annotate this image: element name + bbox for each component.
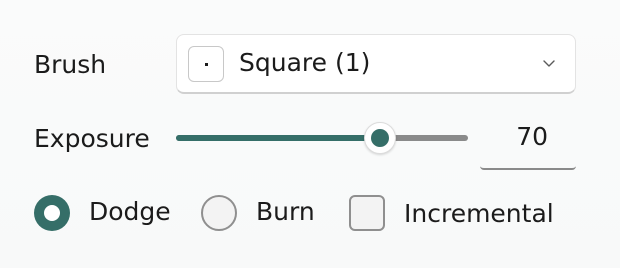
exposure-slider-fill xyxy=(176,135,380,141)
dodge-radio[interactable] xyxy=(34,195,70,231)
exposure-label: Exposure xyxy=(34,124,150,153)
exposure-slider-thumb-dot xyxy=(371,129,389,147)
dodge-burn-tool-panel: Brush Square (1) Exposure 70 Dodge Burn … xyxy=(0,0,620,268)
brush-label: Brush xyxy=(34,50,107,79)
brush-preview-dot xyxy=(205,63,208,66)
brush-dropdown[interactable]: Square (1) xyxy=(176,34,576,94)
dodge-label: Dodge xyxy=(89,197,171,226)
square-brush-icon xyxy=(188,46,224,82)
exposure-slider-thumb[interactable] xyxy=(364,122,396,154)
burn-radio[interactable] xyxy=(201,195,237,231)
brush-dropdown-value: Square (1) xyxy=(239,48,371,77)
exposure-value-input[interactable]: 70 xyxy=(480,114,576,170)
exposure-value-text: 70 xyxy=(516,122,548,151)
chevron-down-icon xyxy=(543,60,555,67)
incremental-checkbox[interactable] xyxy=(349,195,385,231)
dodge-radio-dot xyxy=(44,205,60,221)
exposure-slider[interactable] xyxy=(176,122,468,154)
incremental-label: Incremental xyxy=(404,199,554,228)
burn-label: Burn xyxy=(256,197,315,226)
